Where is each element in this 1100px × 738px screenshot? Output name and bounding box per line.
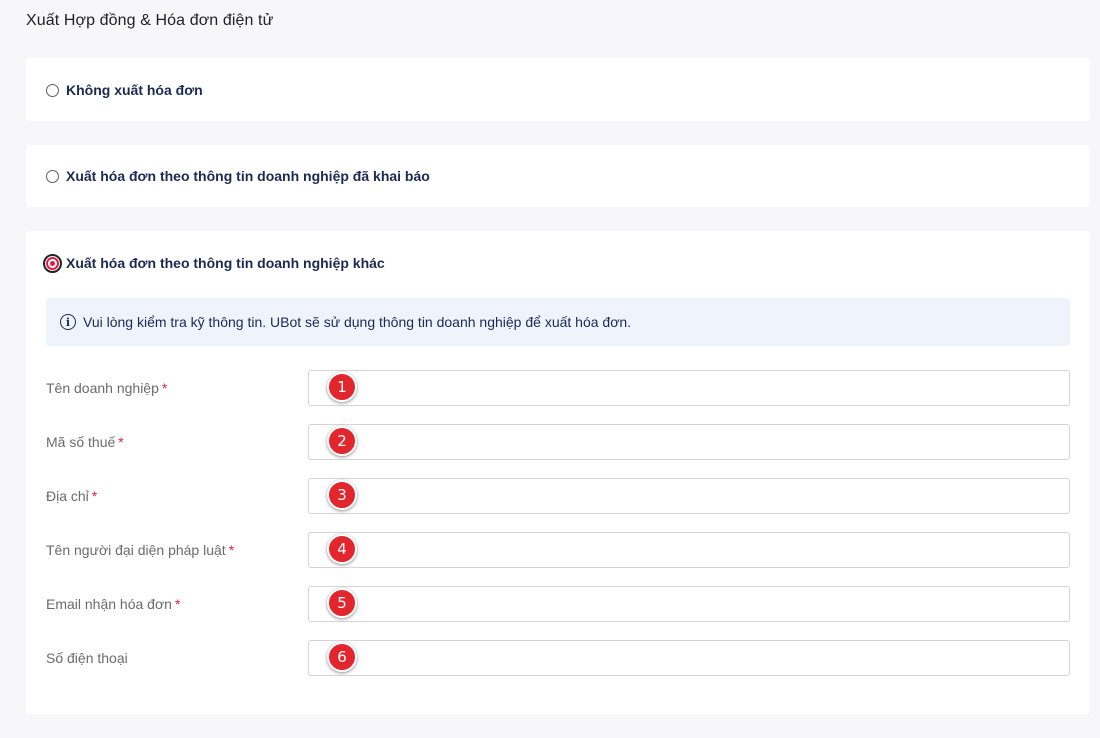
step-marker: 6: [327, 642, 357, 672]
radio-label: Xuất hóa đơn theo thông tin doanh nghiệp…: [66, 168, 430, 184]
step-marker: 4: [327, 534, 357, 564]
company-name-input[interactable]: [308, 370, 1070, 406]
form-row-legal-representative: Tên người đại diện pháp luật * 4: [46, 532, 1070, 568]
required-mark: *: [174, 596, 181, 612]
phone-input[interactable]: [308, 640, 1070, 676]
info-banner: i Vui lòng kiểm tra kỹ thông tin. UBot s…: [46, 298, 1070, 346]
radio-option-no-invoice[interactable]: Không xuất hóa đơn: [46, 82, 203, 98]
form-row-tax-code: Mã số thuế * 2: [46, 424, 1070, 460]
option-card-declared-business: Xuất hóa đơn theo thông tin doanh nghiệp…: [26, 145, 1090, 207]
radio-option-other-business[interactable]: Xuất hóa đơn theo thông tin doanh nghiệp…: [43, 253, 385, 273]
step-marker: 3: [327, 480, 357, 510]
field-label: Mã số thuế *: [46, 434, 124, 450]
radio-button-selected[interactable]: [43, 253, 62, 273]
field-label: Số điện thoại: [46, 650, 128, 666]
form-row-invoice-email: Email nhận hóa đơn * 5: [46, 586, 1070, 622]
field-label: Tên doanh nghiệp *: [46, 380, 168, 396]
legal-representative-input[interactable]: [308, 532, 1070, 568]
radio-button[interactable]: [46, 83, 59, 97]
field-label: Email nhận hóa đơn *: [46, 596, 181, 612]
field-label: Địa chỉ *: [46, 488, 98, 504]
option-card-other-business: Xuất hóa đơn theo thông tin doanh nghiệp…: [26, 231, 1090, 714]
step-marker: 5: [327, 588, 357, 618]
form-row-address: Địa chỉ * 3: [46, 478, 1070, 514]
address-input[interactable]: [308, 478, 1070, 514]
required-mark: *: [161, 380, 168, 396]
step-marker: 2: [327, 426, 357, 456]
tax-code-input[interactable]: [308, 424, 1070, 460]
invoice-email-input[interactable]: [308, 586, 1070, 622]
radio-option-declared-business[interactable]: Xuất hóa đơn theo thông tin doanh nghiệp…: [46, 168, 430, 184]
radio-label: Xuất hóa đơn theo thông tin doanh nghiệp…: [66, 255, 385, 271]
form-row-company-name: Tên doanh nghiệp * 1: [46, 370, 1070, 406]
required-mark: *: [228, 542, 235, 558]
option-card-no-invoice: Không xuất hóa đơn: [26, 58, 1090, 121]
required-mark: *: [118, 434, 124, 450]
radio-button[interactable]: [46, 169, 59, 183]
form-row-phone: Số điện thoại 6: [46, 640, 1070, 676]
info-text: Vui lòng kiểm tra kỹ thông tin. UBot sẽ …: [83, 314, 632, 330]
page-title: Xuất Hợp đồng & Hóa đơn điện tử: [26, 12, 274, 29]
info-circle-icon: i: [60, 314, 76, 330]
required-mark: *: [91, 488, 98, 504]
step-marker: 1: [327, 372, 357, 402]
field-label: Tên người đại diện pháp luật *: [46, 542, 235, 558]
radio-label: Không xuất hóa đơn: [66, 82, 203, 98]
